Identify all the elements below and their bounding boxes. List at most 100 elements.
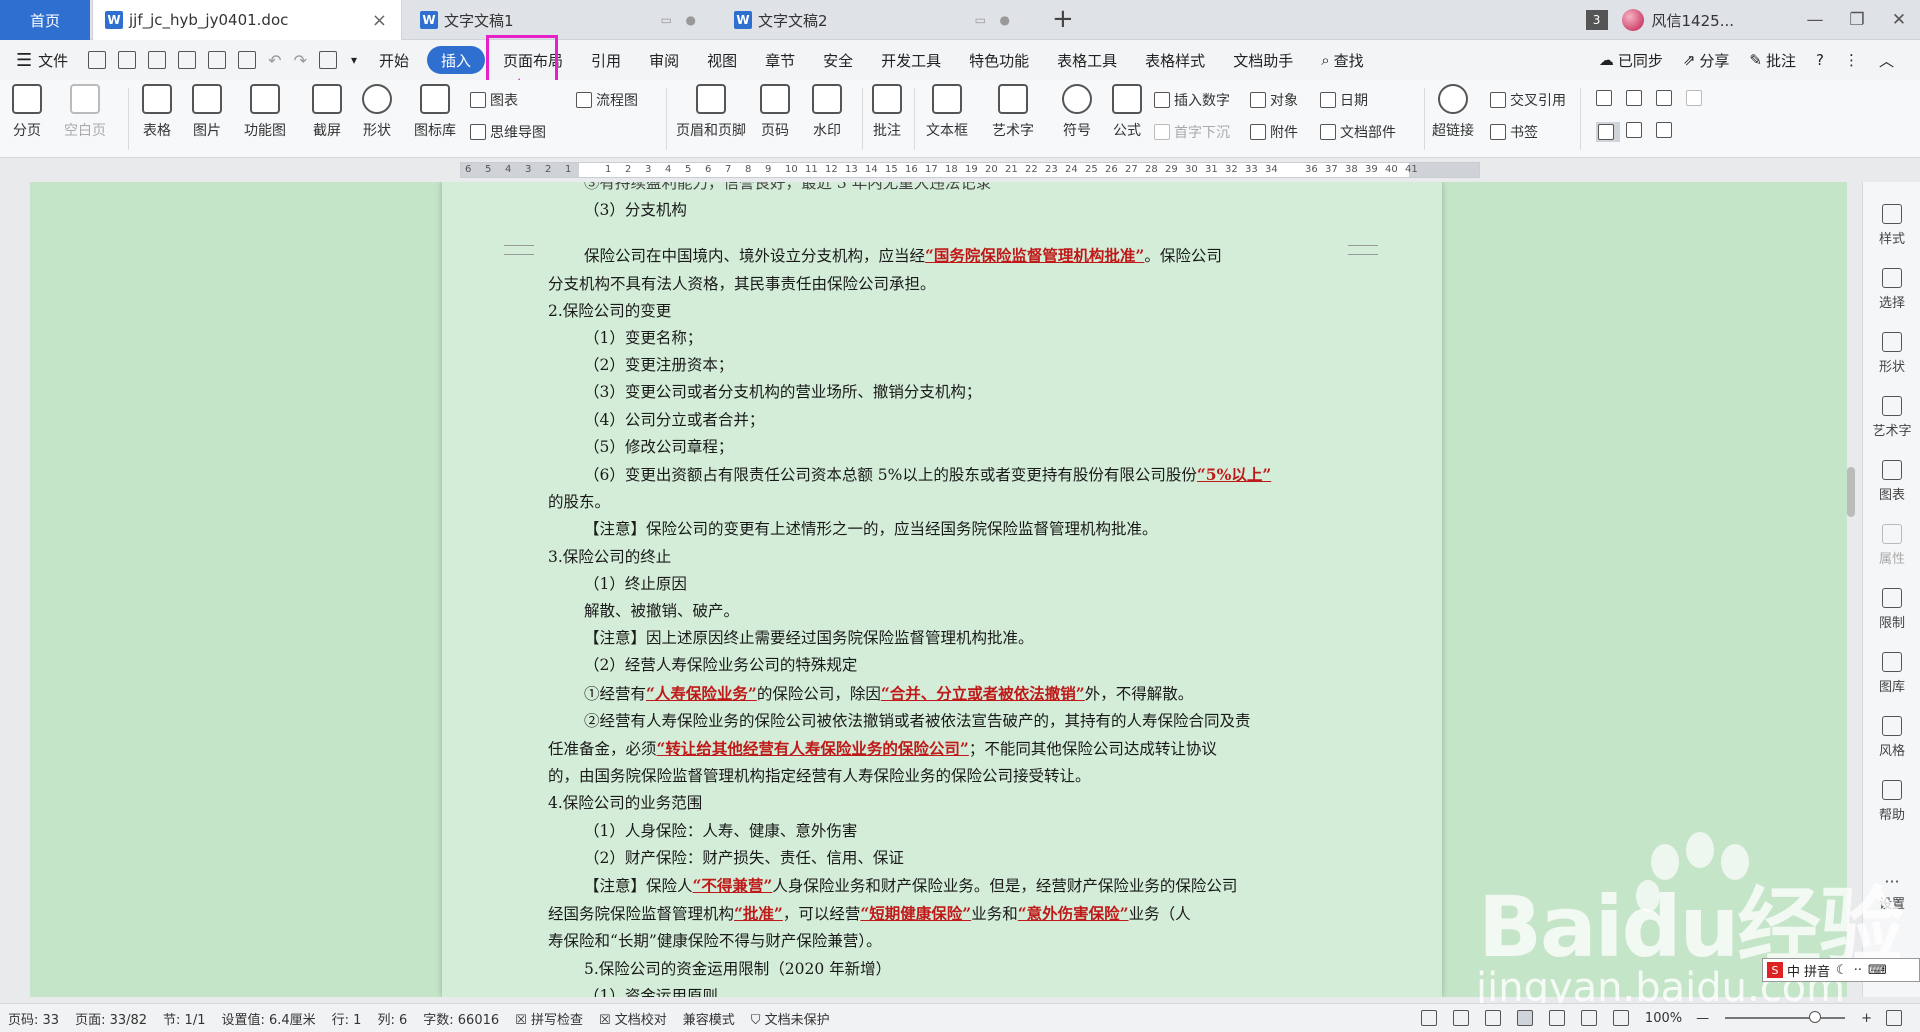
page-number-button[interactable]: 页码: [760, 84, 790, 140]
side-properties-button[interactable]: 属性: [1863, 524, 1920, 567]
status-page[interactable]: 页面: 33/82: [67, 1009, 155, 1028]
tab-features[interactable]: 特色功能: [955, 40, 1043, 80]
func-chart-button[interactable]: 功能图: [244, 84, 286, 140]
table-button[interactable]: 表格: [142, 84, 172, 140]
write-mode-icon[interactable]: [1484, 1010, 1501, 1026]
tab-document-2[interactable]: W 文字文稿1 ▭ ●: [408, 0, 718, 40]
page-break-button[interactable]: 分页: [12, 84, 42, 140]
zoom-in-icon[interactable]: +: [1861, 1011, 1872, 1026]
tab-developer[interactable]: 开发工具: [867, 40, 955, 80]
tab-references[interactable]: 引用: [577, 40, 635, 80]
more-icon[interactable]: ⋮: [1834, 40, 1869, 80]
zoom-out-icon[interactable]: —: [1696, 1011, 1709, 1026]
tab-section[interactable]: 章节: [751, 40, 809, 80]
side-help-button[interactable]: 帮助: [1863, 780, 1920, 823]
side-select-button[interactable]: 选择: [1863, 268, 1920, 311]
document-page[interactable]: ③有持续盈利能力，信誉良好，最近 3 年内无重大违法记录 （3）分支机构 保险公…: [442, 182, 1442, 997]
ruler-scale[interactable]: 6 5 4 3 2 1 1 2 3 4 5 6 7 8 9 10 11 12 13 14 15 16 17 18 19 20 21 2…: [460, 162, 1480, 178]
form-checkbox-icon[interactable]: [1626, 90, 1646, 106]
status-word-count[interactable]: 字数: 66016: [415, 1009, 507, 1028]
side-gallery-button[interactable]: 图库: [1863, 652, 1920, 695]
side-wordart-button[interactable]: 艺术字: [1863, 396, 1920, 439]
spell-check-button[interactable]: ☒ 拼写检查: [507, 1009, 591, 1028]
menu-file[interactable]: 文件: [38, 40, 82, 80]
ime-toolbar[interactable]: S 中 拼音 ☾ ·· ⌨: [1762, 958, 1920, 982]
doc-parts-button[interactable]: 文档部件: [1320, 122, 1396, 142]
web-view-icon[interactable]: [1580, 1010, 1597, 1026]
tab-table-style[interactable]: 表格样式: [1131, 40, 1219, 80]
tab-table-tools[interactable]: 表格工具: [1043, 40, 1131, 80]
screenshot-button[interactable]: 截屏: [312, 84, 342, 140]
tab-home[interactable]: 首页: [0, 0, 90, 40]
mindmap-button[interactable]: 思维导图: [470, 122, 546, 142]
tab-document-1[interactable]: W jjf_jc_hyb_jy0401.doc ×: [92, 0, 402, 40]
form-shading-icon[interactable]: [1596, 122, 1620, 142]
restore-icon[interactable]: ❐: [1836, 10, 1878, 30]
print-preview-icon[interactable]: [238, 51, 257, 69]
page-view-icon[interactable]: [1516, 1010, 1533, 1026]
sync-button[interactable]: ☁ 已同步: [1589, 40, 1673, 80]
tab-view[interactable]: 视图: [693, 40, 751, 80]
zoom-slider[interactable]: [1725, 1011, 1846, 1023]
icon-library-button[interactable]: 图标库: [414, 84, 456, 140]
annotation-button[interactable]: 批注: [872, 84, 902, 140]
attachment-button[interactable]: 附件: [1250, 122, 1298, 142]
new-doc-icon[interactable]: [88, 51, 107, 69]
side-restrict-button[interactable]: 限制: [1863, 588, 1920, 631]
user-name[interactable]: 风信1425...: [1652, 10, 1734, 31]
header-footer-button[interactable]: 页眉和页脚: [676, 84, 746, 140]
side-shape-button[interactable]: 形状: [1863, 332, 1920, 375]
blank-page-button[interactable]: 空白页: [64, 84, 106, 140]
tab-start[interactable]: 开始: [365, 40, 423, 80]
status-section[interactable]: 节: 1/1: [155, 1009, 213, 1028]
user-avatar[interactable]: [1621, 9, 1644, 31]
close-window-icon[interactable]: ✕: [1878, 10, 1920, 30]
textbox-button[interactable]: 文本框: [926, 84, 968, 140]
scrollbar-thumb[interactable]: [1847, 467, 1855, 517]
layout-icon[interactable]: [318, 51, 337, 69]
form-lock-icon[interactable]: [1656, 122, 1676, 138]
zoom-level[interactable]: 100%: [1637, 1011, 1690, 1026]
form-frame-icon[interactable]: [1626, 122, 1646, 138]
picture-button[interactable]: 图片: [192, 84, 222, 140]
insert-number-button[interactable]: 插入数字: [1154, 90, 1230, 110]
object-button[interactable]: 对象: [1250, 90, 1298, 110]
symbol-button[interactable]: 符号: [1062, 84, 1092, 140]
status-row[interactable]: 行: 1: [324, 1009, 370, 1028]
print-icon[interactable]: [208, 51, 227, 69]
side-theme-button[interactable]: 风格: [1863, 716, 1920, 759]
new-tab-icon[interactable]: +: [1052, 4, 1074, 34]
window-count-badge[interactable]: 3: [1585, 10, 1608, 30]
watermark-button[interactable]: 水印: [812, 84, 842, 140]
open-folder-icon[interactable]: [118, 51, 137, 69]
dropcap-button[interactable]: 首字下沉: [1154, 122, 1230, 142]
status-setting[interactable]: 设置值: 6.4厘米: [213, 1009, 323, 1028]
tab-document-3[interactable]: W 文字文稿2 ▭ ●: [722, 0, 1032, 40]
bookmark-button[interactable]: 书签: [1490, 122, 1538, 142]
collapse-ribbon-icon[interactable]: ︿: [1869, 40, 1904, 80]
wordart-button[interactable]: 艺术字: [992, 84, 1034, 140]
comment-button[interactable]: ✎ 批注: [1739, 40, 1806, 80]
close-tab-icon[interactable]: ×: [372, 10, 387, 31]
menu-icon[interactable]: ☰: [16, 50, 32, 71]
status-col[interactable]: 列: 6: [369, 1009, 415, 1028]
save-icon[interactable]: [148, 51, 167, 69]
eye-protect-icon[interactable]: [1612, 1010, 1629, 1026]
date-button[interactable]: 日期: [1320, 90, 1368, 110]
flowchart-button[interactable]: 流程图: [576, 90, 638, 110]
side-chart-button[interactable]: 图表: [1863, 460, 1920, 503]
hyperlink-button[interactable]: 超链接: [1432, 84, 1474, 140]
proof-button[interactable]: ☒ 文档校对: [591, 1009, 675, 1028]
redo-icon[interactable]: ↷: [294, 51, 307, 70]
form-combo-icon[interactable]: [1686, 90, 1706, 106]
share-button[interactable]: ⇗ 分享: [1673, 40, 1740, 80]
undo-icon[interactable]: ↶: [268, 51, 281, 70]
fullscreen-icon[interactable]: [1420, 1010, 1437, 1026]
minimize-icon[interactable]: —: [1794, 10, 1836, 30]
search-button[interactable]: ⌕ 查找: [1307, 40, 1377, 80]
fit-page-icon[interactable]: [1886, 1010, 1902, 1026]
tab-security[interactable]: 安全: [809, 40, 867, 80]
tab-insert[interactable]: 插入: [427, 46, 486, 74]
tab-review[interactable]: 审阅: [635, 40, 693, 80]
shape-button[interactable]: 形状: [362, 84, 392, 140]
